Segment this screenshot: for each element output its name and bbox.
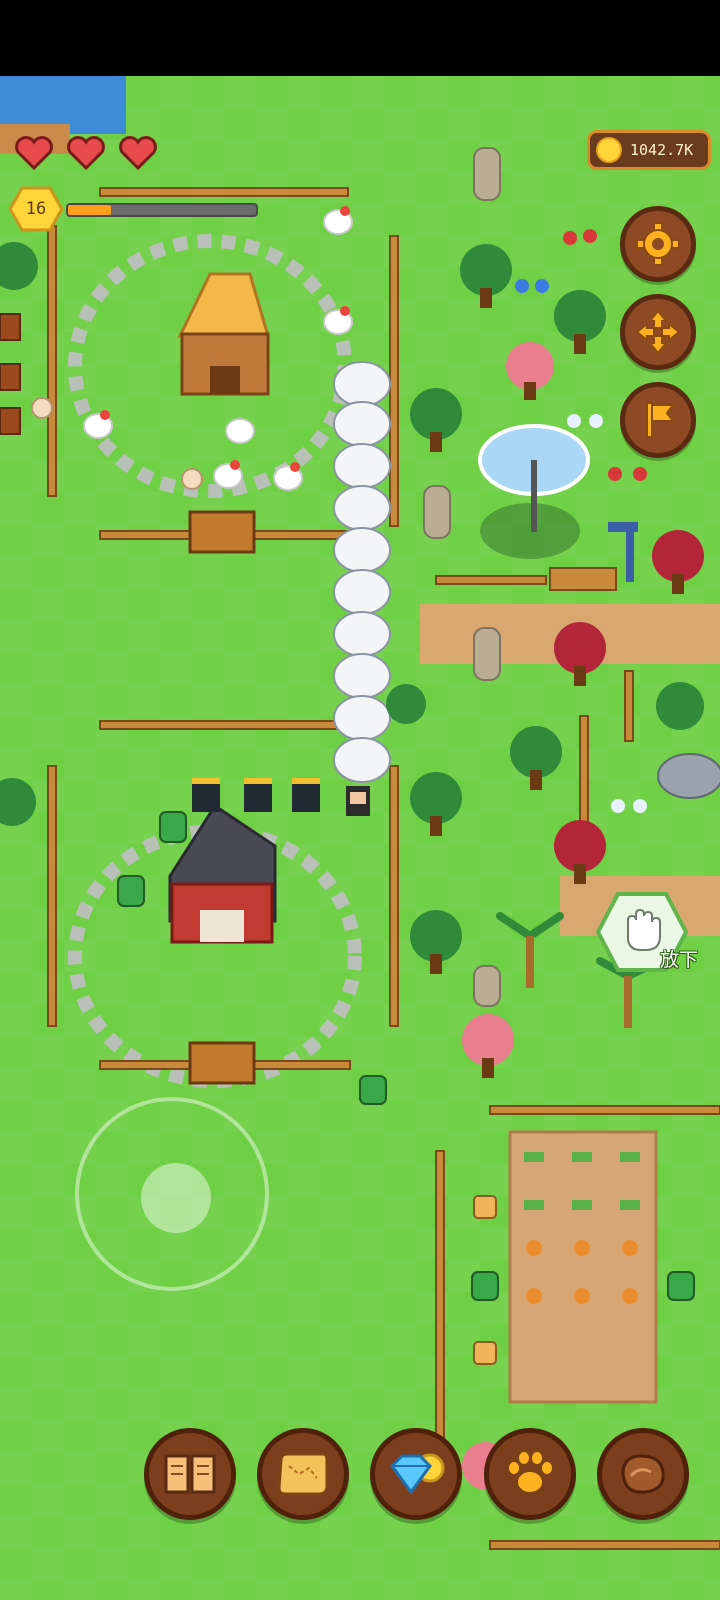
health-hearts — [14, 136, 164, 176]
drop-label: 放下 — [660, 949, 699, 971]
paw-icon — [507, 1450, 554, 1494]
xp-bar — [66, 203, 258, 217]
quest-flag-button[interactable] — [620, 382, 696, 458]
heart-icon — [67, 136, 105, 170]
book-icon — [164, 1454, 216, 1494]
heart-icon — [119, 136, 157, 170]
farm-scene — [0, 76, 720, 1550]
flag-icon — [646, 402, 675, 438]
shop-button[interactable] — [370, 1428, 462, 1520]
xp-bar-fill — [68, 205, 112, 215]
gear-icon — [636, 222, 680, 266]
coin-amount: 1042.7K — [630, 141, 694, 159]
materials-button[interactable] — [597, 1428, 689, 1520]
hand-icon — [627, 908, 661, 951]
settings-button[interactable] — [620, 206, 696, 282]
gem-coin-icon — [390, 1453, 445, 1495]
map-scroll-icon — [277, 1452, 329, 1496]
virtual-joystick[interactable] — [75, 1097, 269, 1291]
journal-button[interactable] — [144, 1428, 236, 1520]
map-button[interactable] — [257, 1428, 349, 1520]
coin-counter[interactable]: 1042.7K — [587, 130, 711, 170]
pets-button[interactable] — [484, 1428, 576, 1520]
leather-icon — [621, 1454, 665, 1494]
game-world[interactable]: 1042.7K 16 放下 — [0, 76, 720, 1600]
coin-icon — [596, 137, 622, 163]
move-button[interactable] — [620, 294, 696, 370]
status-bar — [0, 0, 720, 76]
joystick-knob[interactable] — [141, 1163, 211, 1233]
level-number: 16 — [25, 199, 47, 219]
move-arrows-icon — [635, 309, 681, 355]
heart-icon — [15, 136, 53, 170]
